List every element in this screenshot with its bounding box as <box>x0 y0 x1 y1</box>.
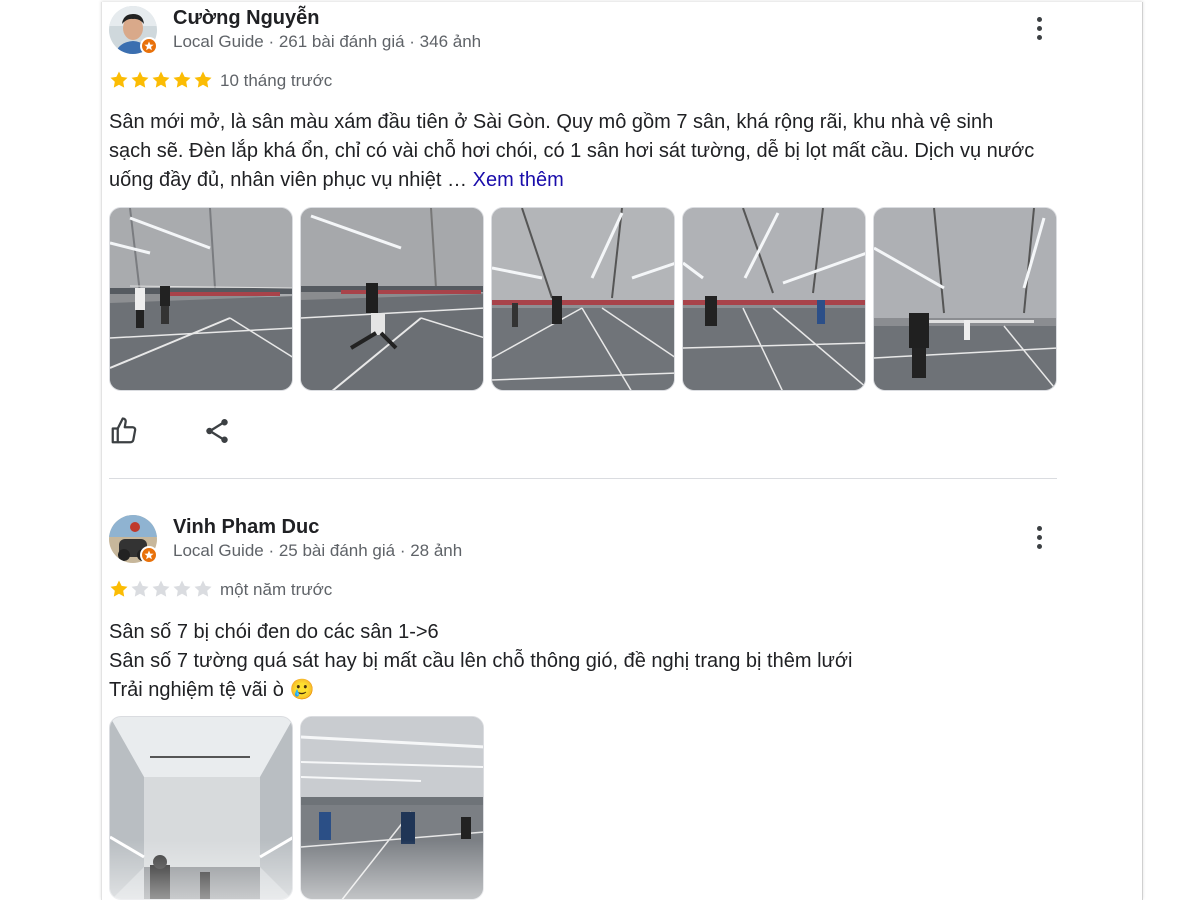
star-empty-icon <box>131 580 149 597</box>
star-filled-icon <box>110 580 128 597</box>
review-body: Sân mới mở, là sân màu xám đầu tiên ở Sà… <box>109 111 1035 191</box>
avatar[interactable] <box>109 515 158 564</box>
local-guide-badge-icon <box>140 37 158 55</box>
review-photo[interactable] <box>300 207 484 391</box>
review-photo[interactable] <box>491 207 675 391</box>
review-photo[interactable] <box>682 207 866 391</box>
star-filled-icon <box>110 71 128 88</box>
star-empty-icon <box>173 580 191 597</box>
review-photo[interactable] <box>109 716 293 900</box>
star-rating <box>109 579 213 599</box>
review-photo[interactable] <box>109 207 293 391</box>
photo-strip <box>109 207 1057 391</box>
star-filled-icon <box>173 71 191 88</box>
more-vert-icon[interactable] <box>1027 522 1051 558</box>
star-empty-icon <box>152 580 170 597</box>
share-icon[interactable] <box>202 416 234 448</box>
photo-strip <box>109 716 484 900</box>
reviews-panel: Cường Nguyễn Local Guide · 261 bài đánh … <box>101 2 1143 900</box>
more-vert-icon[interactable] <box>1027 13 1051 49</box>
read-more-link[interactable]: Xem thêm <box>473 169 564 191</box>
reviewer-meta: Local Guide · 261 bài đánh giá · 346 ảnh <box>173 32 482 51</box>
thumb-up-icon[interactable] <box>109 416 141 448</box>
star-filled-icon <box>152 71 170 88</box>
review-line: Trải nghiệm tệ vãi ò 🥲 <box>109 679 315 701</box>
star-filled-icon <box>131 71 149 88</box>
review-line: Sân số 7 tường quá sát hay bị mất cầu lê… <box>109 650 853 672</box>
reviewer-name[interactable]: Vinh Pham Duc <box>173 516 319 539</box>
avatar[interactable] <box>109 6 158 55</box>
review-line: Sân số 7 bị chói đen do các sân 1->6 <box>109 621 439 643</box>
review-time: một năm trước <box>220 580 333 599</box>
star-rating <box>109 70 213 90</box>
review-time: 10 tháng trước <box>220 71 333 90</box>
star-empty-icon <box>194 580 212 597</box>
review-photo[interactable] <box>300 716 484 900</box>
local-guide-badge-icon <box>140 546 158 564</box>
review-text: Sân số 7 bị chói đen do các sân 1->6 Sân… <box>109 618 1039 705</box>
review-text: Sân mới mở, là sân màu xám đầu tiên ở Sà… <box>109 108 1039 195</box>
reviewer-name[interactable]: Cường Nguyễn <box>173 7 319 30</box>
reviewer-meta: Local Guide · 25 bài đánh giá · 28 ảnh <box>173 541 463 560</box>
star-filled-icon <box>194 71 212 88</box>
divider <box>109 478 1057 479</box>
review-photo[interactable] <box>873 207 1057 391</box>
